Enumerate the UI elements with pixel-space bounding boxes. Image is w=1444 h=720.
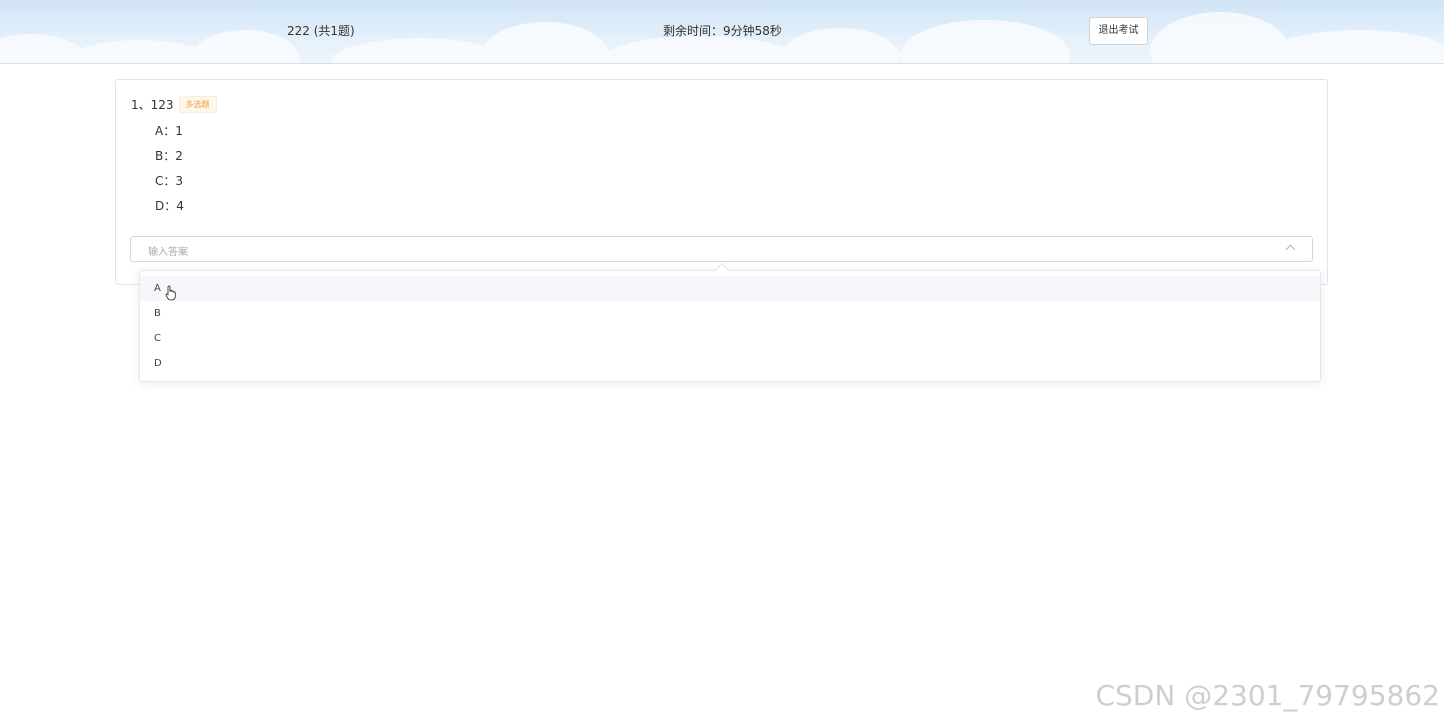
option-d: D：4 — [155, 199, 184, 213]
option-b: B：2 — [155, 149, 183, 163]
dropdown-option-c[interactable]: C — [140, 326, 1320, 351]
cloud-decoration — [480, 22, 610, 63]
answer-select[interactable]: 输入答案 — [130, 236, 1313, 262]
hand-pointer-icon — [165, 285, 176, 301]
question-header: 1、123 多选题 — [131, 96, 217, 113]
option-a: A：1 — [155, 124, 183, 138]
csdn-watermark: CSDN @2301_79795862 — [1095, 679, 1440, 712]
dropdown-option-b[interactable]: B — [140, 301, 1320, 326]
answer-placeholder: 输入答案 — [148, 247, 188, 258]
cloud-decoration — [900, 20, 1070, 63]
dropdown-option-a[interactable]: A — [140, 276, 1320, 301]
cloud-decoration — [780, 28, 900, 63]
cloud-decoration — [1260, 30, 1444, 63]
dropdown-option-d[interactable]: D — [140, 351, 1320, 376]
exam-title: 222 (共1题) — [287, 24, 355, 38]
exam-header: 222 (共1题) 剩余时间：9分钟58秒 退出考试 — [0, 0, 1444, 64]
cloud-decoration — [190, 30, 300, 63]
question-card: 1、123 多选题 A：1 B：2 C：3 D：4 输入答案 — [115, 79, 1328, 285]
answer-dropdown: A B C D — [139, 262, 1321, 382]
exit-exam-button[interactable]: 退出考试 — [1089, 17, 1148, 45]
remaining-time: 剩余时间：9分钟58秒 — [663, 24, 782, 38]
cloud-decoration — [600, 36, 800, 63]
option-c: C：3 — [155, 174, 184, 188]
chevron-up-icon[interactable] — [1285, 244, 1296, 255]
question-type-badge: 多选题 — [178, 96, 217, 113]
question-title: 1、123 — [131, 98, 174, 112]
